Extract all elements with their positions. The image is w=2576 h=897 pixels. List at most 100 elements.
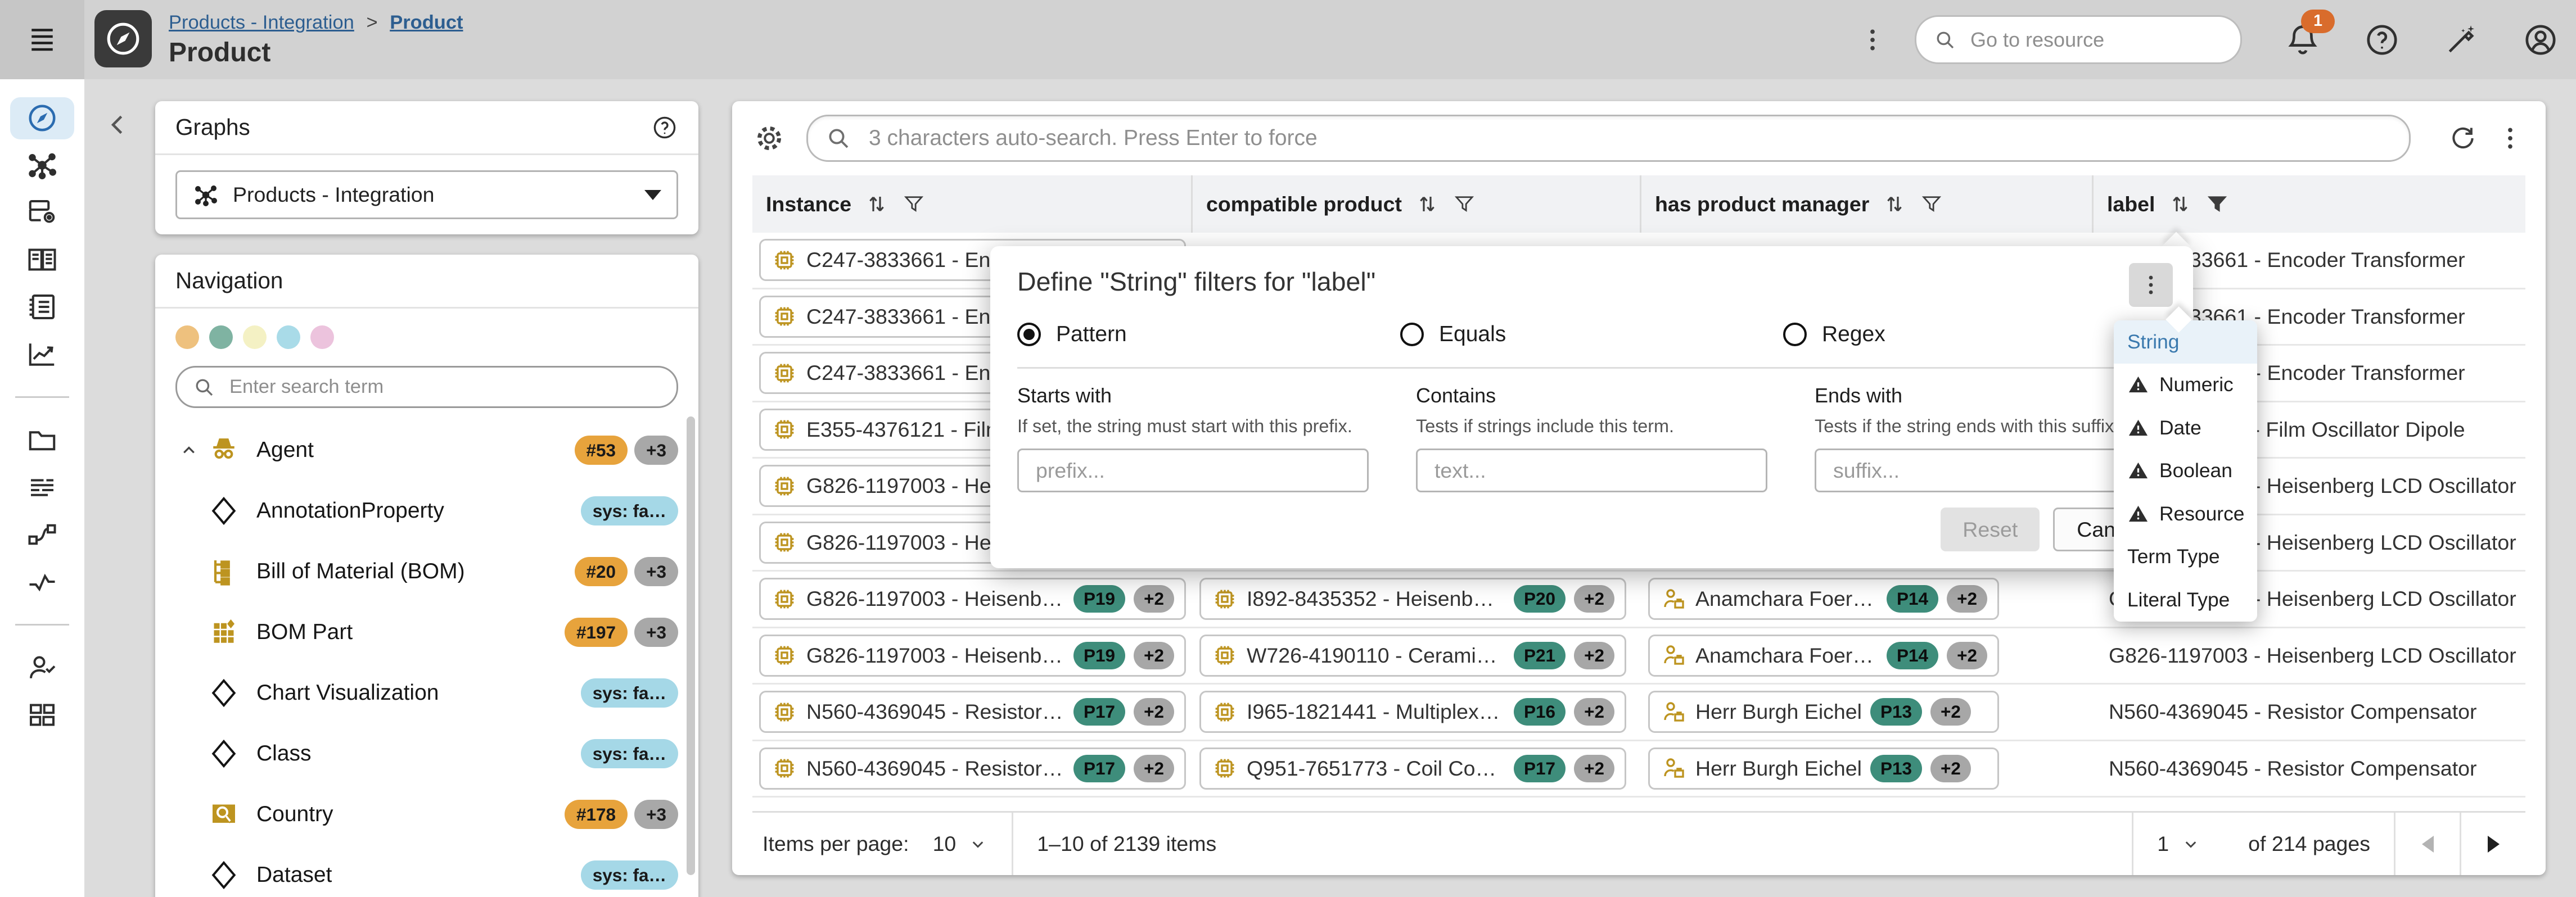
legend-dot-2[interactable] [209,325,233,349]
nav-tree-item-class[interactable]: Classsys: fa… [155,723,698,784]
breadcrumb-current-link[interactable]: Product [390,12,463,33]
help-button[interactable] [2363,21,2401,58]
table-settings-gear-icon[interactable] [752,121,786,155]
notifications-button[interactable]: 1 [2284,21,2321,58]
sidebar-item-user-check[interactable] [10,647,74,689]
go-to-resource-input[interactable] [1967,26,2223,53]
legend-dot-4[interactable] [277,325,300,349]
table-search[interactable] [806,115,2411,162]
sidebar-item-compass[interactable] [10,97,74,139]
product-manager-pill[interactable]: Herr Burgh EichelP13+2 [1648,691,1999,733]
compatible-product-pill[interactable]: W726-4190110 - Ceramic MultiplexerP21+2 [1199,635,1626,677]
account-button[interactable] [2522,21,2559,58]
rail-divider [15,396,69,398]
collapse-panel-button[interactable] [98,105,138,145]
radio-label: Regex [1822,322,1885,347]
filter-input[interactable] [1032,457,1354,484]
compatible-product-pill[interactable]: I892-8435352 - Heisenberg LCD Oscillator… [1199,578,1626,620]
type-menu-item-string[interactable]: String [2114,320,2257,364]
instance-pill[interactable]: G826-1197003 - Heisenberg LCD Oscillator… [759,635,1186,677]
navigation-search-input[interactable] [226,374,661,400]
filter-input[interactable] [1431,457,1752,484]
sidebar-item-analytics[interactable] [10,333,74,375]
table-row[interactable]: N560-4369045 - Resistor CompensatorP17+2… [752,685,2525,741]
filter-mode-radio-pattern[interactable]: Pattern [1017,322,1400,347]
product-manager-pill[interactable]: Herr Burgh EichelP13+2 [1648,747,1999,790]
filter-funnel-icon[interactable] [1920,192,1943,216]
filter-input[interactable] [1830,457,2151,484]
compatible-product-pill[interactable]: Q951-7651773 - Coil CompensatorP17+2 [1199,747,1626,790]
go-to-resource-search[interactable] [1915,15,2242,64]
table-row[interactable]: G826-1197003 - Heisenberg LCD Oscillator… [752,628,2525,685]
filter-funnel-active-icon[interactable] [2205,192,2229,216]
legend-dot-1[interactable] [175,325,199,349]
compatible-product-pill[interactable]: I965-1821441 - Multiplexer ResistorP16+2 [1199,691,1626,733]
sort-icon[interactable] [1881,191,1908,218]
nav-tree-item-bom-part[interactable]: BOM Part#197+3 [155,602,698,663]
sort-icon[interactable] [863,191,890,218]
instance-pill[interactable]: N560-4369045 - Resistor CompensatorP17+2 [759,691,1186,733]
label-text: N560-4369045 - Resistor Compensator [2100,700,2477,724]
type-menu-item-literal-type[interactable]: Literal Type [2114,578,2257,622]
legend-dot-5[interactable] [310,325,334,349]
items-per-page-caret-icon[interactable] [968,834,988,854]
app-logo[interactable] [94,10,152,67]
graphs-help-icon[interactable] [651,114,678,141]
table-kebab-menu-button[interactable] [2495,123,2525,153]
nav-tree-item-annotationproperty[interactable]: AnnotationPropertysys: fa… [155,481,698,541]
hamburger-menu-button[interactable] [0,0,84,79]
instance-pill[interactable]: N560-4369045 - Resistor CompensatorP17+2 [759,747,1186,790]
table-search-input[interactable] [865,124,2392,152]
filter-funnel-icon[interactable] [902,192,926,216]
refresh-button[interactable] [2448,123,2478,153]
type-menu-item-date[interactable]: Date [2114,406,2257,450]
chevron-up-icon[interactable] [177,438,206,462]
product-manager-pill[interactable]: Anamchara FoerstnerP14+2 [1648,635,1999,677]
sidebar-item-catalog[interactable] [10,239,74,281]
navigation-scrollbar[interactable] [687,416,695,875]
legend-dot-3[interactable] [243,325,267,349]
reset-button[interactable]: Reset [1941,508,2040,551]
sidebar-item-data-source[interactable] [10,192,74,234]
sidebar-item-knowledge-graph[interactable] [10,144,74,187]
sidebar-item-activity[interactable] [10,561,74,603]
table-row[interactable]: N560-4369045 - Resistor CompensatorP17+2… [752,741,2525,798]
sidebar-item-pipeline[interactable] [10,514,74,556]
type-menu-item-boolean[interactable]: Boolean [2114,450,2257,493]
previous-page-icon [2422,836,2434,853]
product-manager-pill[interactable]: Anamchara FoerstnerP14+2 [1648,578,1999,620]
next-page-button[interactable] [2461,813,2525,875]
filter-mode-radio-equals[interactable]: Equals [1400,322,1783,347]
type-menu-item-resource[interactable]: Resource [2114,492,2257,536]
search-icon [1933,28,1957,52]
type-menu-item-numeric[interactable]: Numeric [2114,364,2257,407]
more-count-badge: +2 [1134,642,1174,669]
previous-page-button[interactable] [2395,813,2460,875]
assistant-button[interactable] [2443,21,2480,58]
filter-funnel-icon[interactable] [1452,192,1476,216]
nav-tree-item-agent[interactable]: Agent#53+3 [155,420,698,481]
items-range-text: 1–10 of 2139 items [1037,832,1216,856]
instance-pill[interactable]: G826-1197003 - Heisenberg LCD Oscillator… [759,578,1186,620]
nav-tree-item-bill-of-material-bom-[interactable]: Bill of Material (BOM)#20+3 [155,541,698,602]
graph-select-dropdown[interactable]: Products - Integration [175,170,678,219]
sidebar-item-folder[interactable] [10,419,74,461]
type-menu-item-term-type[interactable]: Term Type [2114,536,2257,579]
sidebar-item-notebook[interactable] [10,286,74,328]
items-per-page-value[interactable]: 10 [933,832,957,856]
navigation-search[interactable] [175,366,678,408]
header-kebab-menu-button[interactable] [1857,25,1888,55]
nav-tree-item-dataset[interactable]: Datasetsys: fa… [155,845,698,897]
page-select-caret-icon[interactable] [2181,834,2201,854]
nav-tree-item-chart-visualization[interactable]: Chart Visualizationsys: fa… [155,663,698,723]
current-page-value[interactable]: 1 [2157,832,2169,856]
filter-mode-radio-regex[interactable]: Regex [1783,322,2166,347]
sort-icon[interactable] [1414,191,1441,218]
nav-tree-item-country[interactable]: Country#178+3 [155,784,698,845]
sort-icon[interactable] [2167,191,2194,218]
breadcrumb-parent-link[interactable]: Products - Integration [169,12,354,33]
sidebar-item-text-lines[interactable] [10,466,74,509]
filter-type-kebab-button[interactable] [2129,263,2173,307]
sidebar-item-components[interactable] [10,694,74,736]
table-row[interactable]: G826-1197003 - Heisenberg LCD Oscillator… [752,572,2525,628]
